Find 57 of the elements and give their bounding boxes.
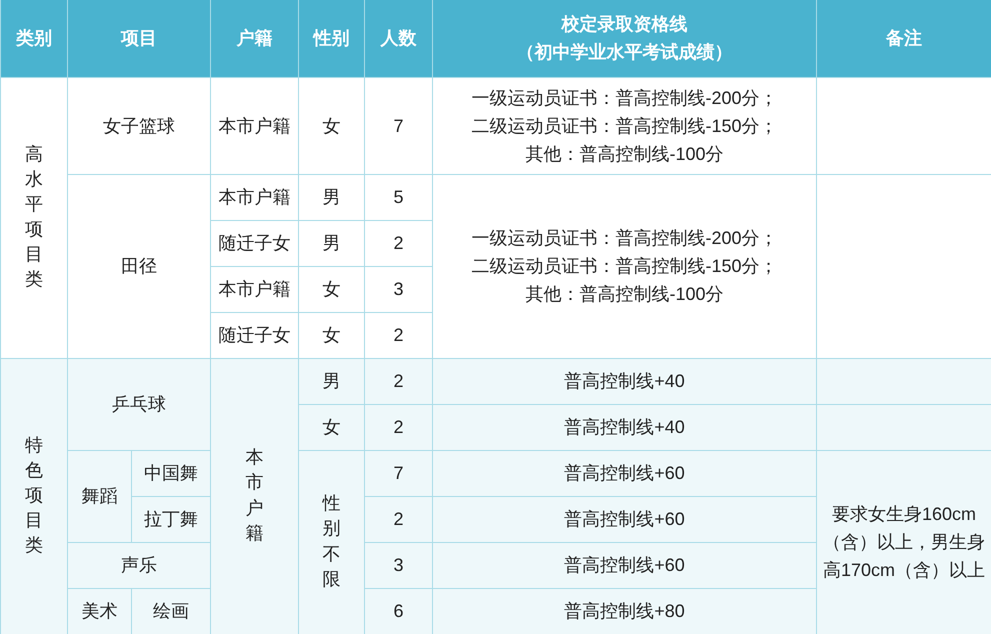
cell-text: 普高控制线+40 — [564, 417, 685, 437]
cell-text: 一级运动员证书：普高控制线-200分； — [471, 227, 778, 250]
cell-text: 美术 — [82, 601, 118, 621]
cell-text: 普高控制线+80 — [564, 601, 685, 621]
cell-text: 普高控制线+60 — [564, 555, 685, 575]
cell-text: 田径 — [121, 256, 157, 276]
cell-text: 二级运动员证书：普高控制线-150分； — [471, 255, 778, 278]
cell-text: 2 — [393, 325, 404, 345]
cell-text: 声乐 — [121, 555, 157, 575]
cell-text: 女 — [322, 279, 340, 299]
cell-text: 绘画 — [153, 601, 189, 621]
cell-text: 二级运动员证书：普高控制线-150分； — [471, 114, 778, 138]
cell-text: 女 — [322, 417, 340, 437]
cell-text: 其他：普高控制线-100分 — [525, 283, 724, 306]
column-header: 校定录取资格线 — [562, 13, 688, 36]
cell-text: 要求女生身160cm（含）以上，男生身高170cm（含）以上 — [822, 504, 986, 580]
cell-text: 女子篮球 — [103, 116, 175, 136]
cell-text: 拉丁舞 — [144, 509, 198, 529]
cell-text: 普高控制线+40 — [564, 371, 685, 391]
cell-text: 本市户籍 — [218, 187, 290, 207]
cell-text: 2 — [393, 417, 404, 437]
cell-text: 随迁子女 — [218, 233, 290, 253]
cell-text: 普高控制线+60 — [564, 463, 685, 483]
cell-text: 7 — [393, 116, 404, 136]
cell-text: 2 — [393, 233, 404, 253]
cell-text: 5 — [393, 187, 404, 207]
cell-text: 本市户籍 — [246, 446, 264, 545]
cell-text: 其他：普高控制线-100分 — [525, 142, 724, 166]
cell-text: 3 — [393, 555, 404, 575]
column-header: （初中学业水平考试成绩） — [516, 41, 732, 64]
cell-text: 本市户籍 — [218, 279, 290, 299]
cell-text: 随迁子女 — [218, 325, 290, 345]
cell-text: 本市户籍 — [218, 116, 290, 136]
cell-text: 男 — [322, 187, 340, 207]
cell-text: 男 — [322, 233, 340, 253]
cell-text: 乒乓球 — [112, 394, 166, 414]
cell-text: 性别不限 — [322, 492, 340, 591]
column-header: 性别 — [314, 28, 350, 48]
column-header: 备注 — [886, 28, 922, 48]
cell-text: 一级运动员证书：普高控制线-200分； — [471, 86, 778, 110]
cell-text: 3 — [393, 279, 404, 299]
cell-text: 2 — [393, 509, 404, 529]
column-header: 人数 — [380, 28, 416, 48]
cell-text: 7 — [393, 463, 404, 483]
column-header: 类别 — [16, 28, 52, 48]
column-header: 户籍 — [236, 28, 272, 48]
cell-text: 女 — [322, 116, 340, 136]
cell-text: 2 — [393, 371, 404, 391]
cell-text: 舞蹈 — [82, 486, 118, 506]
cell-text: 普高控制线+60 — [564, 509, 685, 529]
cell-text: 6 — [393, 601, 404, 621]
cell-text: 特色项目类 — [25, 434, 43, 558]
cell-text: 中国舞 — [144, 463, 198, 483]
cell-text: 女 — [322, 325, 340, 345]
column-header: 项目 — [121, 28, 157, 48]
cell-text: 高水平项目类 — [25, 142, 43, 292]
cell-text: 男 — [322, 371, 340, 391]
